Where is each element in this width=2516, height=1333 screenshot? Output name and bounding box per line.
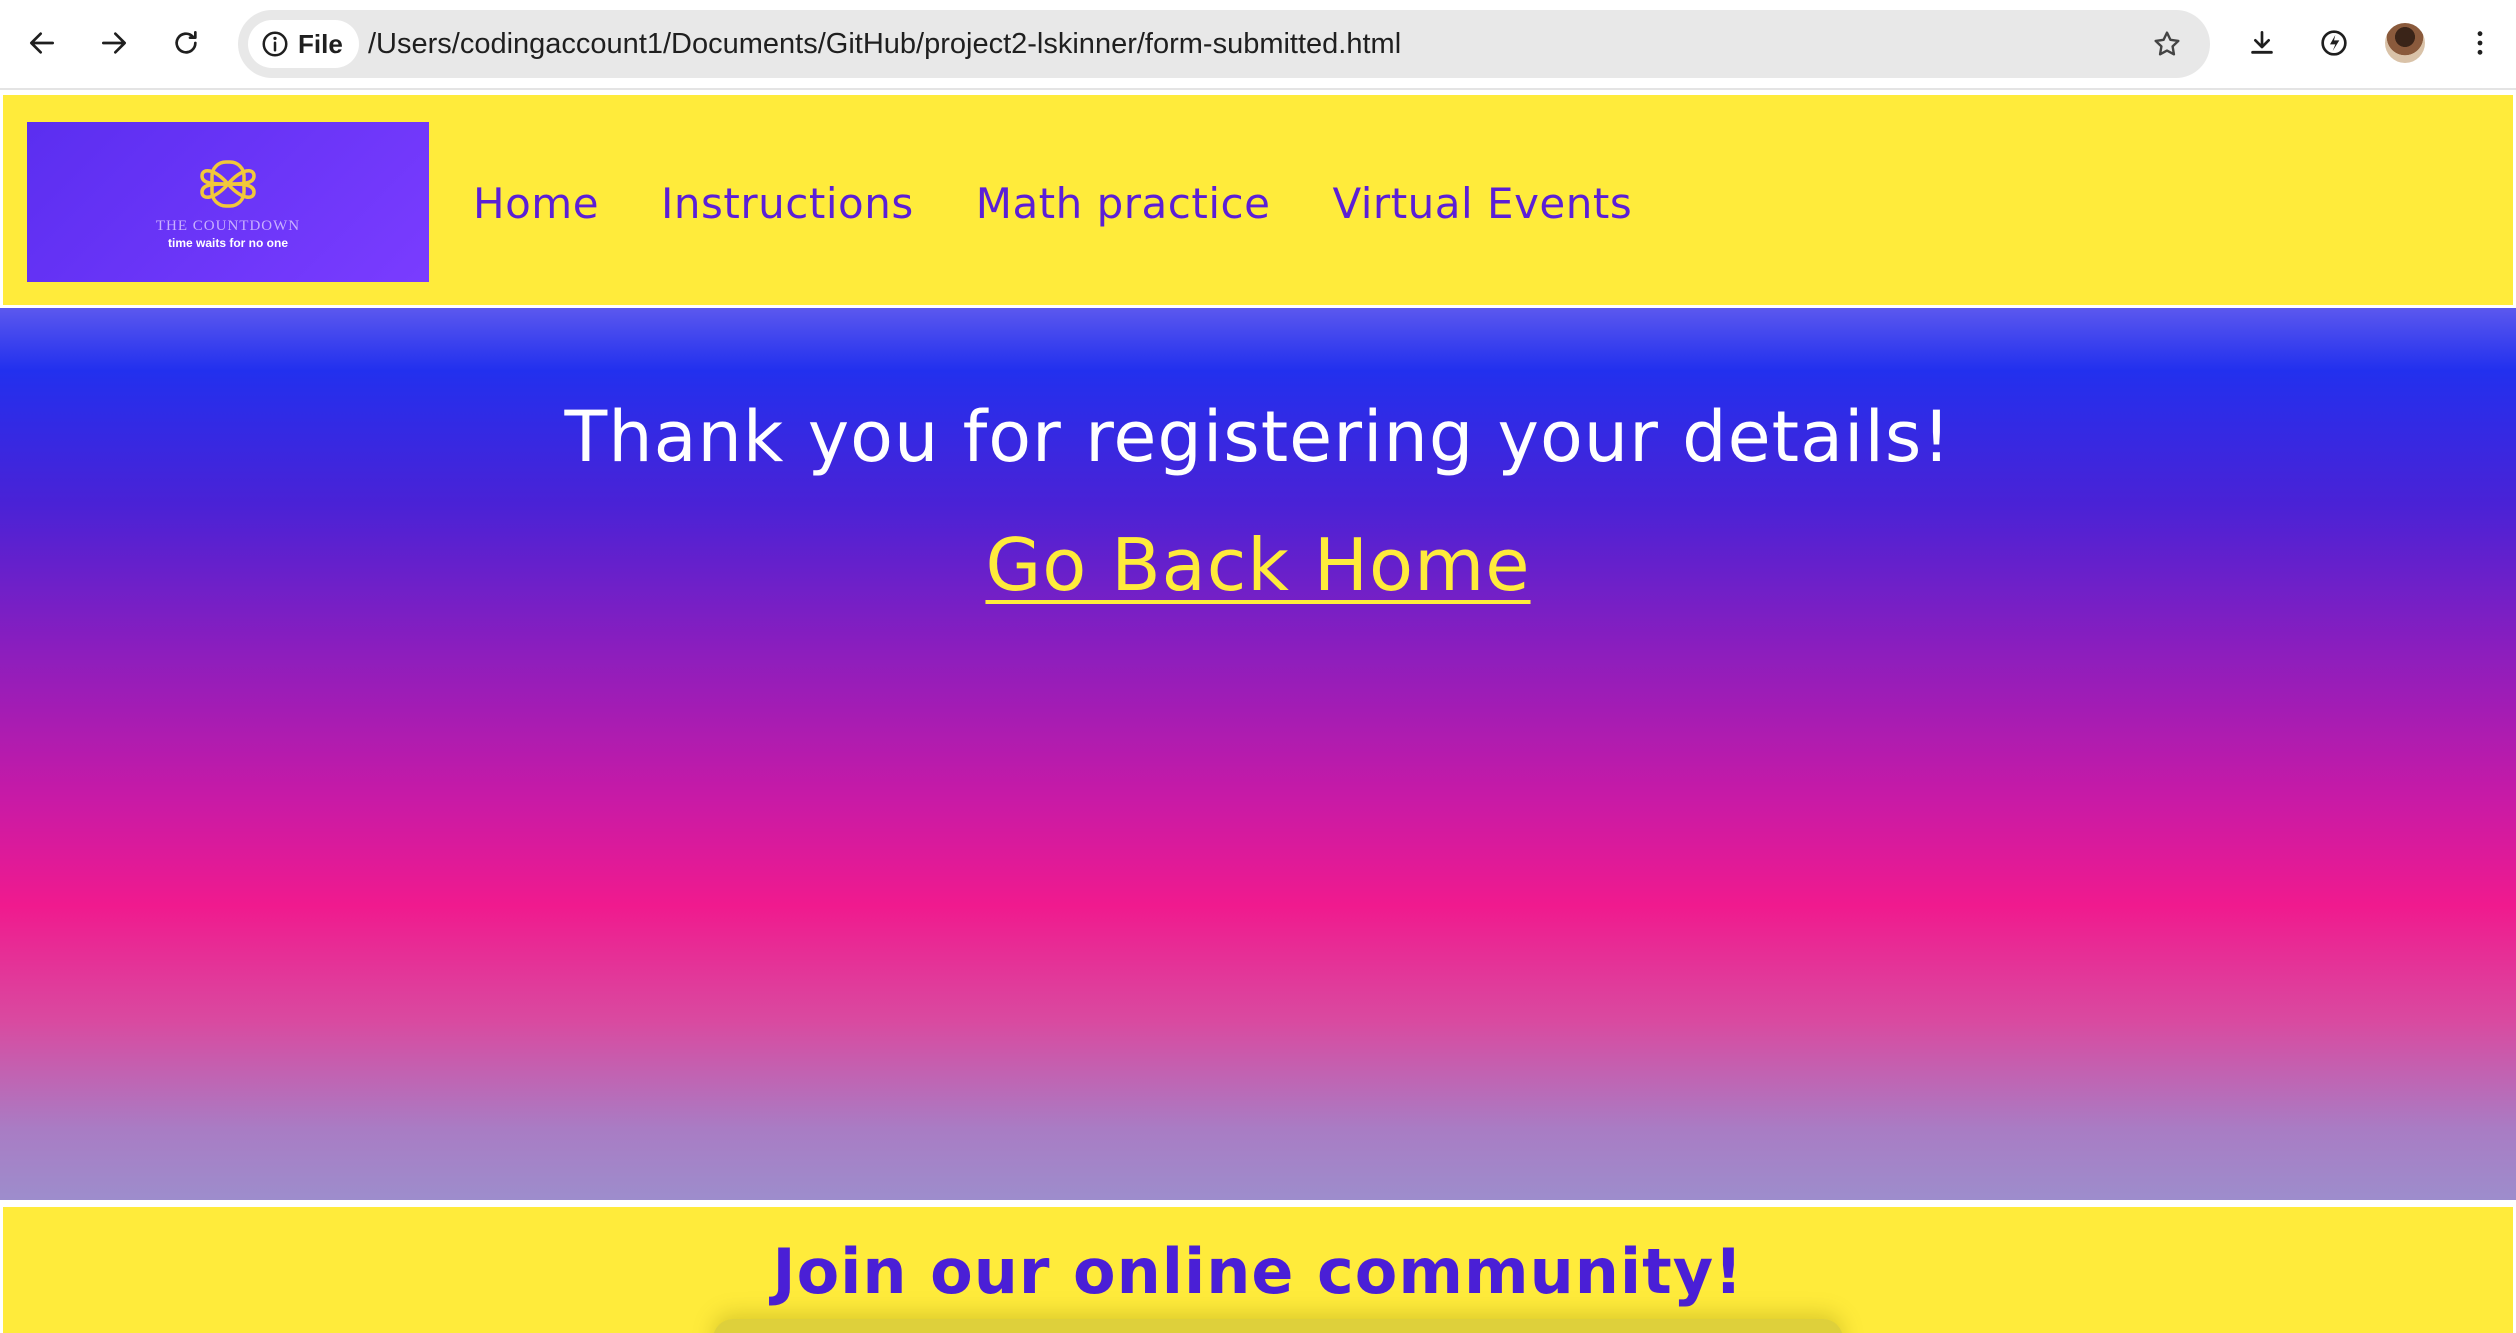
- main-nav: Home Instructions Math practice Virtual …: [473, 95, 1632, 311]
- page-viewport: THE COUNTDOWN time waits for no one Home…: [0, 92, 2516, 1333]
- nav-link-instructions[interactable]: Instructions: [661, 179, 914, 228]
- downloads-button[interactable]: [2240, 21, 2284, 65]
- browser-toolbar: File /Users/codingaccount1/Documents/Git…: [0, 0, 2516, 90]
- knot-logo-icon: [200, 160, 256, 208]
- profile-avatar[interactable]: [2385, 23, 2425, 63]
- site-header: THE COUNTDOWN time waits for no one Home…: [0, 92, 2516, 308]
- footer-panel-edge: [713, 1319, 1843, 1333]
- site-info-chip[interactable]: File: [248, 20, 359, 68]
- community-heading: Join our online community!: [772, 1235, 1744, 1308]
- nav-link-math-practice[interactable]: Math practice: [976, 179, 1271, 228]
- browser-menu-button[interactable]: [2458, 21, 2502, 65]
- url-text[interactable]: /Users/codingaccount1/Documents/GitHub/p…: [368, 10, 1401, 78]
- confirmation-section: Thank you for registering your details! …: [0, 308, 2516, 1200]
- performance-icon: [2321, 30, 2347, 56]
- address-bar[interactable]: File /Users/codingaccount1/Documents/Git…: [238, 10, 2210, 78]
- forward-button[interactable]: [92, 21, 136, 65]
- info-icon: [262, 31, 288, 57]
- back-button[interactable]: [20, 21, 64, 65]
- performance-button[interactable]: [2312, 21, 2356, 65]
- forward-arrow-icon: [102, 32, 126, 54]
- nav-link-virtual-events[interactable]: Virtual Events: [1332, 179, 1632, 228]
- logo-title: THE COUNTDOWN: [155, 218, 301, 234]
- logo-tagline: time waits for no one: [167, 236, 288, 250]
- nav-link-home[interactable]: Home: [473, 179, 599, 228]
- confirmation-heading: Thank you for registering your details!: [564, 396, 1952, 478]
- reload-icon: [175, 31, 197, 54]
- back-arrow-icon: [30, 32, 54, 54]
- kebab-menu-icon: [2477, 31, 2483, 55]
- download-icon: [2251, 31, 2273, 54]
- home-link-wrapper: Go Back Home: [0, 523, 2516, 607]
- go-back-home-link[interactable]: Go Back Home: [985, 523, 1530, 607]
- bookmark-button[interactable]: [2146, 23, 2188, 65]
- site-chip-label: File: [298, 28, 343, 59]
- star-icon: [2154, 31, 2180, 56]
- site-logo[interactable]: THE COUNTDOWN time waits for no one: [27, 122, 429, 282]
- reload-button[interactable]: [164, 21, 208, 65]
- site-footer: Join our online community!: [0, 1204, 2516, 1333]
